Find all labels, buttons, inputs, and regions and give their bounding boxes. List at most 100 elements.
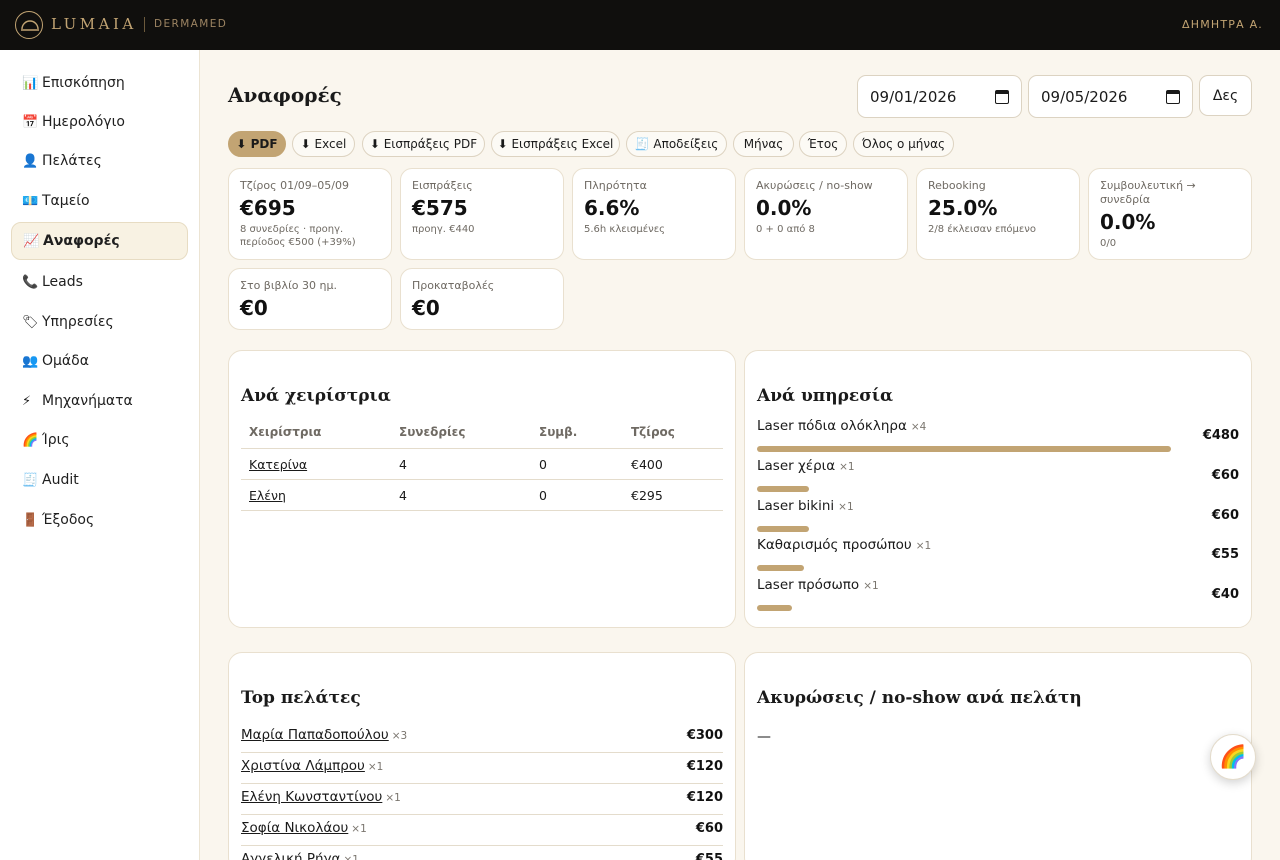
sidebar-item-audit[interactable]: 🧾 Audit	[11, 461, 188, 499]
rainbow-icon: 🌈	[1219, 744, 1247, 770]
client-count: ×1	[385, 792, 401, 804]
date-from-value: 09/01/2026	[870, 87, 957, 106]
service-count: ×4	[910, 421, 927, 433]
sidebar-item-overview[interactable]: 📊 Επισκόπηση	[11, 64, 188, 102]
service-name: Καθαρισμός προσώπου ×1	[757, 537, 931, 553]
kpi-value: €575	[412, 196, 468, 220]
date-from-input[interactable]: 09/01/2026	[857, 75, 1022, 118]
kpi-card-revenue: Τζίρος 01/09–05/09 €695 8 συνεδρίες · προη…	[228, 168, 392, 260]
receipt-icon: 🧾	[22, 472, 39, 488]
kpi-subtext: 0 + 0 από 8	[756, 224, 815, 235]
table-cell: €400	[631, 457, 663, 472]
receipts-button[interactable]: 🧾 Αποδείξεις	[626, 131, 727, 157]
user-name[interactable]: ΔΗΜΗΤΡΑ Α.	[1182, 18, 1263, 31]
kpi-label: Προκαταβολές	[412, 279, 495, 292]
phone-icon: 📞	[22, 274, 39, 290]
sidebar-item-logout[interactable]: 🚪 Έξοδος	[11, 501, 188, 539]
service-label: Laser χέρια	[757, 457, 836, 474]
client-link[interactable]: Ελένη Κωνσταντίνου ×1	[241, 789, 401, 805]
service-value: €60	[1211, 467, 1239, 483]
service-bar	[757, 485, 809, 492]
kpi-card-consult-conversion: Συμβουλευτική → συνεδρία 0.0% 0/0	[1088, 168, 1252, 260]
date-to-input[interactable]: 09/05/2026	[1028, 75, 1193, 118]
view-button[interactable]: Δες	[1199, 75, 1252, 116]
lightning-icon: ⚡	[22, 393, 32, 409]
card-title: Top πελάτες	[241, 688, 361, 708]
client-value: €60	[695, 821, 723, 836]
kpi-label: Συμβουλευτική → συνεδρία	[1100, 179, 1196, 206]
kpi-label: Εισπράξεις	[412, 179, 473, 192]
service-value: €60	[1211, 507, 1239, 523]
sidebar-item-label: Ημερολόγιο	[42, 114, 125, 130]
client-link[interactable]: Σοφία Νικολάου ×1	[241, 820, 367, 836]
table-divider	[241, 448, 723, 449]
sidebar-item-label: Leads	[42, 274, 83, 290]
month-button[interactable]: Μήνας	[733, 131, 794, 157]
trend-icon: 📈	[23, 233, 40, 249]
table-header: Τζίρος	[631, 425, 675, 439]
cash-icon: 💶	[22, 193, 39, 209]
sidebar-item-reports[interactable]: 📈 Αναφορές	[11, 222, 188, 260]
service-count: ×1	[838, 500, 854, 513]
client-count: ×1	[343, 854, 359, 860]
receipts-excel-button[interactable]: ⬇ Εισπράξεις Excel	[491, 131, 620, 157]
kpi-subtext: 5.6h κλεισμένες	[584, 224, 665, 235]
kpi-subtext: προηγ. €440	[412, 224, 475, 235]
iris-assistant-button[interactable]: 🌈	[1210, 734, 1256, 780]
client-value: €55	[695, 852, 723, 860]
year-button[interactable]: Έτος	[799, 131, 847, 157]
kpi-value: 6.6%	[584, 196, 640, 220]
service-bar	[757, 525, 809, 532]
kpi-value: 0.0%	[1100, 210, 1156, 234]
operator-link[interactable]: Ελένη	[249, 488, 286, 503]
sidebar-item-leads[interactable]: 📞 Leads	[11, 263, 188, 301]
client-link[interactable]: Χριστίνα Λάμπρου ×1	[241, 758, 383, 774]
kpi-subtext: 2/8 έκλεισαν επόμενο	[928, 224, 1036, 235]
whole-month-button[interactable]: Όλος ο μήνας	[853, 131, 954, 157]
kpi-card-rebooking: Rebooking 25.0% 2/8 έκλεισαν επόμενο	[916, 168, 1080, 260]
sidebar-item-calendar[interactable]: 📅 Ημερολόγιο	[11, 103, 188, 141]
receipts-pdf-button[interactable]: ⬇ Εισπράξεις PDF	[362, 131, 485, 157]
kpi-value: €0	[412, 296, 440, 320]
sidebar-item-machines[interactable]: ⚡ Μηχανήματα	[11, 382, 188, 420]
client-link[interactable]: Μαρία Παπαδοπούλου ×3	[241, 727, 407, 743]
sidebar-item-label: Ομάδα	[42, 353, 89, 369]
service-count: ×1	[915, 540, 932, 553]
brand-divider	[144, 17, 145, 32]
kpi-label: Ακυρώσεις / no-show	[756, 179, 873, 192]
table-cell: 0	[539, 457, 547, 472]
sidebar-item-cashier[interactable]: 💶 Ταμείο	[11, 182, 188, 220]
service-label: Laser πόδια ολόκληρα	[757, 418, 907, 434]
door-icon: 🚪	[22, 512, 39, 528]
service-value: €55	[1211, 547, 1239, 563]
client-value: €120	[686, 759, 723, 774]
client-link[interactable]: Αγγελική Ρήγα ×1	[241, 851, 359, 860]
card-title: Ακυρώσεις / no-show ανά πελάτη	[757, 688, 1082, 708]
kpi-value: €0	[240, 296, 268, 320]
service-label: Laser πρόσωπο	[757, 577, 860, 594]
list-divider	[241, 845, 723, 846]
kpi-subtext: 0/0	[1100, 238, 1117, 249]
client-count: ×1	[367, 761, 384, 773]
sidebar-item-iris[interactable]: 🌈 Ίρις	[11, 421, 188, 459]
chart-icon: 📊	[22, 75, 39, 91]
client-label: Χριστίνα Λάμπρου	[241, 758, 365, 774]
kpi-value: 0.0%	[756, 196, 812, 220]
calendar-icon[interactable]	[1166, 89, 1180, 104]
kpi-label: Rebooking	[928, 179, 986, 192]
operator-link[interactable]: Κατερίνα	[249, 457, 307, 472]
sidebar-item-services[interactable]: 🏷 Υπηρεσίες	[11, 303, 188, 341]
service-name: Laser bikini ×1	[757, 498, 854, 514]
rainbow-icon: 🌈	[22, 432, 39, 448]
kpi-card-cancellations: Ακυρώσεις / no-show 0.0% 0 + 0 από 8	[744, 168, 908, 260]
by-operator-card: Ανά χειρίστρια Χειρίστρια Συνεδρίες Συμβ. Τ…	[228, 350, 736, 628]
sidebar-item-label: Audit	[42, 472, 79, 488]
sidebar-item-clients[interactable]: 👤 Πελάτες	[11, 142, 188, 180]
calendar-icon[interactable]	[995, 89, 1009, 104]
pdf-export-button[interactable]: ⬇ PDF	[228, 131, 286, 157]
excel-export-button[interactable]: ⬇ Excel	[292, 131, 355, 157]
sidebar-item-team[interactable]: 👥 Ομάδα	[11, 342, 188, 380]
client-label: Μαρία Παπαδοπούλου	[241, 727, 389, 743]
client-value: €300	[686, 728, 723, 743]
empty-state: —	[757, 729, 771, 745]
